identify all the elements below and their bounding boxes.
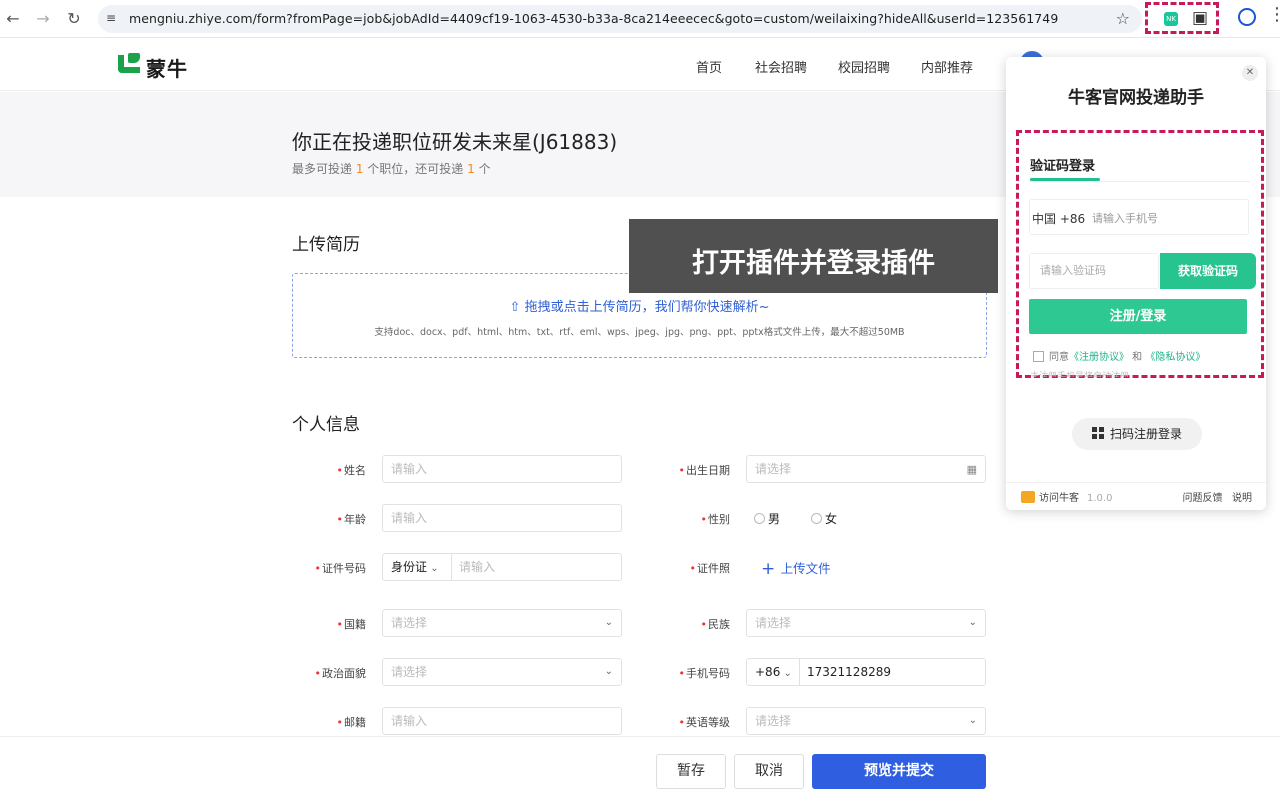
name-label: •姓名 xyxy=(336,464,367,477)
nowcoder-icon xyxy=(1021,491,1035,503)
mobile-input[interactable]: 17321128289 xyxy=(807,659,891,685)
mobile-group: +86 ⌄ 17321128289 xyxy=(746,658,986,686)
nav-home[interactable]: 首页 xyxy=(696,57,722,76)
upload-section-title: 上传简历 xyxy=(292,235,360,255)
mail-label: •邮籍 xyxy=(336,716,367,729)
calendar-icon: ▦ xyxy=(966,463,977,476)
phone-field[interactable]: 中国 +86 请输入手机号 xyxy=(1029,199,1249,235)
upload-format-hint: 支持doc、docx、pdf、html、htm、txt、rtf、eml、wps、… xyxy=(374,327,905,338)
chevron-down-icon: ⌄ xyxy=(968,617,977,628)
nowcoder-plugin-popup: ✕ 牛客官网投递助手 验证码登录 中国 +86 请输入手机号 请输入验证码 获取… xyxy=(1006,57,1266,510)
url-text[interactable]: mengniu.zhiye.com/form?fromPage=job&jobA… xyxy=(129,11,1058,26)
upload-file-button[interactable]: + 上传文件 xyxy=(761,558,831,579)
birth-date-picker[interactable]: 请选择 ▦ xyxy=(746,455,986,483)
ethnicity-label: •民族 xyxy=(700,618,731,631)
instruction-overlay: 打开插件并登录插件 xyxy=(629,219,998,293)
gender-label: •性别 xyxy=(700,513,731,526)
login-highlight-box: 验证码登录 中国 +86 请输入手机号 请输入验证码 获取验证码 注册/登录 同… xyxy=(1016,130,1264,378)
plugin-title: 牛客官网投递助手 xyxy=(1068,88,1204,108)
visit-nowcoder-link[interactable]: 访问牛客 xyxy=(1039,493,1079,504)
nowcoder-extension-icon[interactable]: NK xyxy=(1164,12,1178,26)
form-action-bar: 暂存 取消 预览并提交 xyxy=(0,736,1280,800)
tab-sms-login[interactable]: 验证码登录 xyxy=(1030,155,1095,174)
political-status-label: •政治面貌 xyxy=(314,667,367,680)
nav-campus-recruit[interactable]: 校园招聘 xyxy=(838,57,890,76)
upload-icon: ⇧ xyxy=(509,300,525,315)
name-input[interactable]: 请输入 xyxy=(382,455,622,483)
mail-input[interactable]: 请输入 xyxy=(382,707,622,735)
qr-code-icon xyxy=(1091,427,1104,439)
reload-icon[interactable]: ↻ xyxy=(64,9,84,29)
logo-mark-icon xyxy=(118,53,142,75)
address-bar[interactable]: ≡ mengniu.zhiye.com/form?fromPage=job&jo… xyxy=(98,5,1142,33)
privacy-agreement-link[interactable]: 《隐私协议》 xyxy=(1145,352,1205,363)
country-code[interactable]: 中国 +86 xyxy=(1032,210,1085,227)
preview-submit-button[interactable]: 预览并提交 xyxy=(812,754,986,789)
political-status-select[interactable]: 请选择 ⌄ xyxy=(382,658,622,686)
id-number-input[interactable]: 请输入 xyxy=(459,554,495,580)
chevron-down-icon: ⌄ xyxy=(968,715,977,726)
plugin-footer: 访问牛客 1.0.0 问题反馈 说明 xyxy=(1006,482,1266,510)
id-photo-label: •证件照 xyxy=(689,562,731,575)
id-number-group: 身份证 ⌄ 请输入 xyxy=(382,553,622,581)
auto-register-tip: 未注册手机号将自动注册 xyxy=(1030,372,1130,377)
chevron-down-icon: ⌄ xyxy=(604,617,613,628)
country-code-select[interactable]: +86 ⌄ xyxy=(755,665,792,679)
gender-female-radio[interactable]: 女 xyxy=(811,510,837,527)
english-level-label: •英语等级 xyxy=(678,716,731,729)
qr-login-button[interactable]: 扫码注册登录 xyxy=(1072,418,1202,450)
page-title: 你正在投递职位研发未来星(J61883) xyxy=(292,130,618,154)
forward-icon[interactable]: → xyxy=(33,9,53,29)
bookmark-star-icon[interactable]: ☆ xyxy=(1116,9,1130,28)
gender-male-radio[interactable]: 男 xyxy=(754,510,780,527)
cancel-button[interactable]: 取消 xyxy=(734,754,804,789)
help-link[interactable]: 说明 xyxy=(1232,493,1252,504)
nav-social-recruit[interactable]: 社会招聘 xyxy=(755,57,807,76)
nationality-label: •国籍 xyxy=(336,618,367,631)
upload-prompt[interactable]: ⇧ 拖拽或点击上传简历，我们帮你快速解析~ xyxy=(293,296,986,315)
site-info-icon[interactable]: ≡ xyxy=(106,11,116,25)
id-type-select[interactable]: 身份证 ⌄ xyxy=(391,560,439,574)
age-input[interactable]: 请输入 xyxy=(382,504,622,532)
profile-icon[interactable] xyxy=(1238,8,1256,26)
id-number-label: •证件号码 xyxy=(314,562,367,575)
nationality-select[interactable]: 请选择 ⌄ xyxy=(382,609,622,637)
browser-toolbar: ← → ↻ ≡ mengniu.zhiye.com/form?fromPage=… xyxy=(0,0,1280,38)
save-draft-button[interactable]: 暂存 xyxy=(656,754,726,789)
extensions-puzzle-icon[interactable]: ▣ xyxy=(1192,8,1208,28)
agreement-checkbox[interactable]: 同意《注册协议》 和 《隐私协议》 xyxy=(1033,348,1205,363)
birth-label: •出生日期 xyxy=(678,464,731,477)
feedback-link[interactable]: 问题反馈 xyxy=(1182,493,1222,504)
checkbox-icon[interactable] xyxy=(1033,351,1044,362)
extension-highlight: NK ▣ xyxy=(1145,2,1219,34)
nav-internal-referral[interactable]: 内部推荐 xyxy=(921,57,973,76)
back-icon[interactable]: ← xyxy=(3,9,23,29)
english-level-select[interactable]: 请选择 ⌄ xyxy=(746,707,986,735)
plus-icon: + xyxy=(761,559,781,579)
age-label: •年龄 xyxy=(336,513,367,526)
close-icon[interactable]: ✕ xyxy=(1242,65,1258,81)
register-agreement-link[interactable]: 《注册协议》 xyxy=(1069,352,1129,363)
register-login-button[interactable]: 注册/登录 xyxy=(1029,299,1247,334)
apply-limit-text: 最多可投递 1 个职位，还可投递 1 个 xyxy=(292,162,491,176)
browser-menu-icon[interactable]: ⋮ xyxy=(1268,6,1280,24)
personal-info-title: 个人信息 xyxy=(292,415,360,435)
logo-text: 蒙牛 xyxy=(146,57,188,81)
mobile-label: •手机号码 xyxy=(678,667,731,680)
version-text: 1.0.0 xyxy=(1087,493,1113,504)
verification-code-input[interactable]: 请输入验证码 xyxy=(1029,253,1159,289)
phone-input[interactable]: 请输入手机号 xyxy=(1092,210,1158,226)
chevron-down-icon: ⌄ xyxy=(604,666,613,677)
ethnicity-select[interactable]: 请选择 ⌄ xyxy=(746,609,986,637)
get-code-button[interactable]: 获取验证码 xyxy=(1160,253,1256,289)
